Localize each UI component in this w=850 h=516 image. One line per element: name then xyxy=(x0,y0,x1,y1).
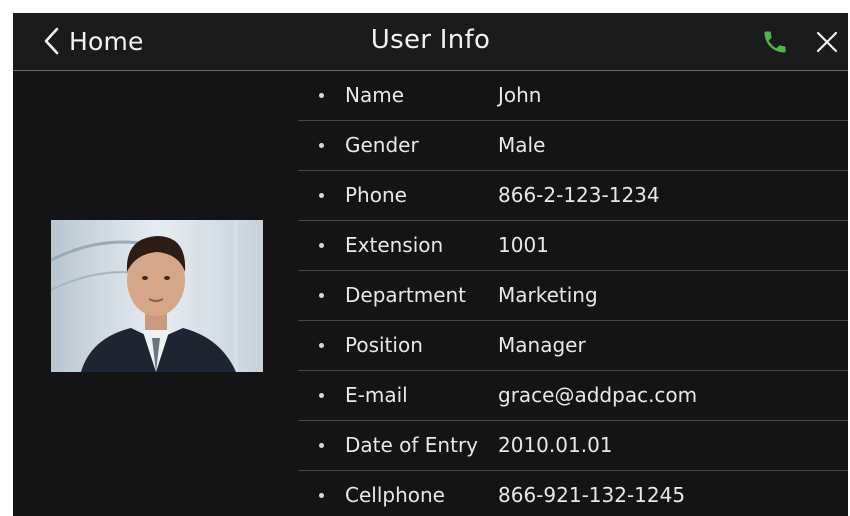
field-label: Extension xyxy=(345,233,444,257)
info-row-extension: Extension 1001 xyxy=(298,221,848,271)
field-label: Department xyxy=(345,283,467,307)
user-info-list: Name John Gender Male Phone 866-2-123-12… xyxy=(298,71,848,516)
bullet-icon xyxy=(319,243,324,248)
field-value: grace@addpac.com xyxy=(498,383,698,407)
bullet-icon xyxy=(319,193,324,198)
info-row-phone: Phone 866-2-123-1234 xyxy=(298,171,848,221)
field-value: 866-2-123-1234 xyxy=(498,183,660,207)
bullet-icon xyxy=(319,93,324,98)
phone-icon xyxy=(764,31,786,53)
field-value: Marketing xyxy=(498,283,598,307)
user-photo xyxy=(51,220,263,372)
header-bar: Home User Info xyxy=(13,13,848,71)
field-label: E-mail xyxy=(345,383,408,407)
field-value: Male xyxy=(498,133,546,157)
field-label: Position xyxy=(345,333,423,357)
info-row-email: E-mail grace@addpac.com xyxy=(298,371,848,421)
bullet-icon xyxy=(319,443,324,448)
field-label: Gender xyxy=(345,133,419,157)
call-button[interactable] xyxy=(761,28,789,56)
info-row-department: Department Marketing xyxy=(298,271,848,321)
field-label: Name xyxy=(345,83,405,107)
field-value: John xyxy=(498,83,542,107)
info-row-gender: Gender Male xyxy=(298,121,848,171)
page-title: User Info xyxy=(370,25,491,55)
avatar xyxy=(51,220,263,372)
bullet-icon xyxy=(319,293,324,298)
field-value: 1001 xyxy=(498,233,549,257)
close-icon xyxy=(816,31,838,53)
info-row-name: Name John xyxy=(298,71,848,121)
field-label: Date of Entry xyxy=(345,433,479,457)
info-row-date-of-entry: Date of Entry 2010.01.01 xyxy=(298,421,848,471)
close-button[interactable] xyxy=(815,30,839,54)
field-value: 2010.01.01 xyxy=(498,433,613,457)
field-value: 866-921-132-1245 xyxy=(498,483,686,507)
info-row-cellphone: Cellphone 866-921-132-1245 xyxy=(298,471,848,516)
field-label: Cellphone xyxy=(345,483,445,507)
bullet-icon xyxy=(319,143,324,148)
field-label: Phone xyxy=(345,183,407,207)
info-row-position: Position Manager xyxy=(298,321,848,371)
bullet-icon xyxy=(319,493,324,498)
bullet-icon xyxy=(319,343,324,348)
user-info-screen: Home User Info Name John Gender Male Pho… xyxy=(13,13,848,516)
bullet-icon xyxy=(319,393,324,398)
field-value: Manager xyxy=(498,333,586,357)
